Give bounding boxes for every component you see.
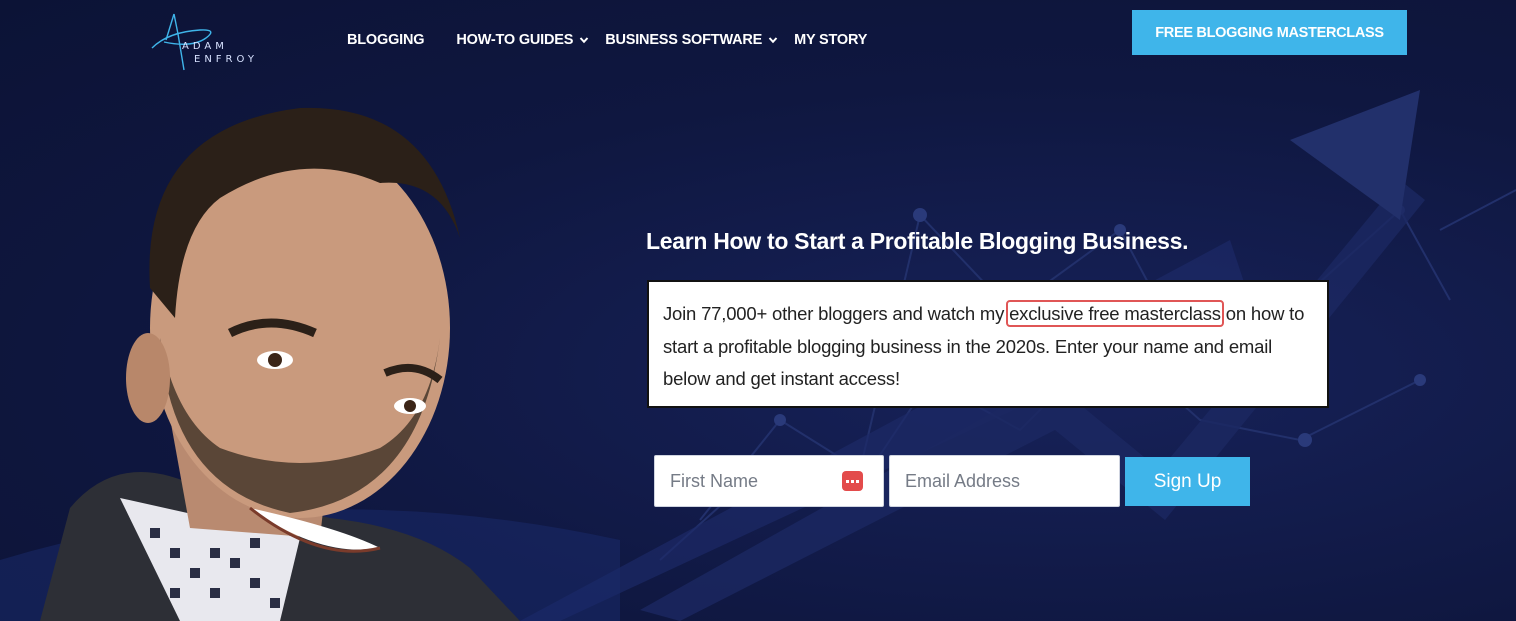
nav-item-blogging[interactable]: BLOGGING (347, 32, 425, 48)
chevron-down-icon (768, 37, 778, 44)
nav-item-label: BUSINESS SOFTWARE (605, 32, 763, 48)
email-input[interactable] (889, 455, 1120, 507)
masterclass-highlight: exclusive free masterclass (1006, 300, 1224, 327)
hero-headline: Learn How to Start a Profitable Blogging… (646, 228, 1189, 254)
nav-item-business-software[interactable]: BUSINESS SOFTWARE (605, 32, 778, 48)
logo-line-1: ADAM (182, 41, 228, 52)
sign-up-button[interactable]: Sign Up (1125, 457, 1250, 506)
logo-line-2: ENFROY (194, 54, 258, 65)
nav-item-label: HOW-TO GUIDES (456, 32, 574, 48)
site-header: ADAM ENFROY BLOGGING HOW-TO GUIDES BUSIN… (0, 0, 1516, 80)
site-logo[interactable]: ADAM ENFROY (148, 12, 278, 72)
nav-item-my-story[interactable]: MY STORY (794, 32, 867, 48)
chevron-down-icon (579, 37, 589, 44)
free-masterclass-button[interactable]: FREE BLOGGING MASTERCLASS (1132, 10, 1407, 55)
nav-item-label: BLOGGING (347, 32, 425, 48)
nav-item-how-to-guides[interactable]: HOW-TO GUIDES (456, 32, 589, 48)
intro-text-before: Join 77,000+ other bloggers and watch my (663, 303, 1010, 324)
nav-item-label: MY STORY (794, 32, 868, 48)
password-manager-icon[interactable] (842, 471, 863, 491)
intro-text-box: Join 77,000+ other bloggers and watch my… (647, 280, 1329, 408)
main-navigation: BLOGGING HOW-TO GUIDES BUSINESS SOFTWARE… (347, 30, 899, 50)
author-portrait (40, 107, 520, 621)
